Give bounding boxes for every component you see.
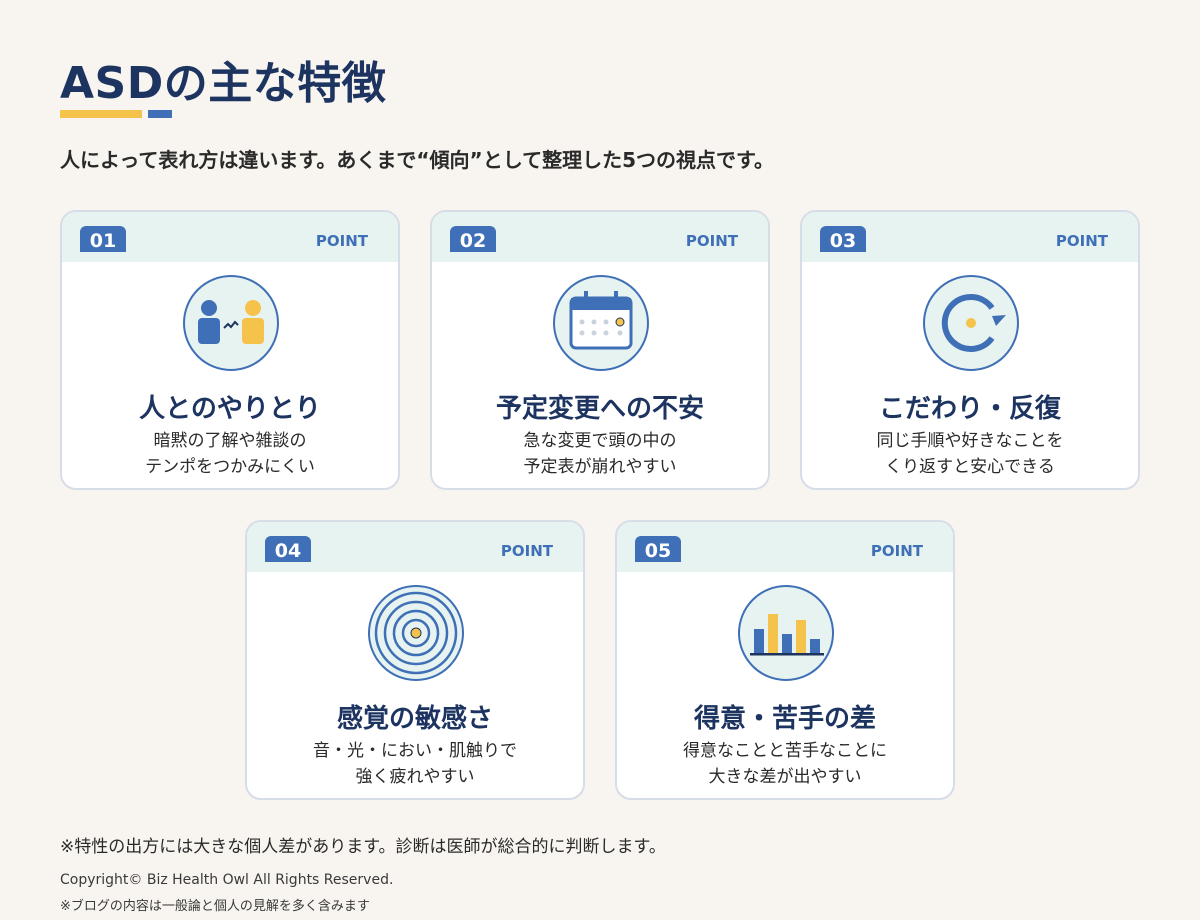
card-number: 04 [265, 536, 311, 562]
point-card-02: 02 POINT 予定変更への不安 急な変更で頭の中の 予定表が崩れやすい [430, 210, 770, 490]
card-description: 同じ手順や好きなことを くり返すと安心できる [802, 428, 1138, 480]
card-point-label: POINT [1055, 232, 1108, 250]
card-description-line: 同じ手順や好きなことを [876, 431, 1064, 451]
card-number: 05 [635, 536, 681, 562]
card-description-line: 得意なことと苦手なことに [683, 741, 887, 761]
people-communication-icon [183, 275, 279, 371]
card-description-line: テンポをつかみにくい [145, 457, 315, 477]
card-description-line: くり返すと安心できる [885, 457, 1055, 477]
card-description-line: 急な変更で頭の中の [523, 431, 677, 451]
card-description: 音・光・におい・肌触りで 強く疲れやすい [247, 738, 583, 790]
footnote: ※特性の出方には大きな個人差があります。診断は医師が総合的に判断します。 [60, 837, 666, 857]
card-description-line: 強く疲れやすい [355, 767, 475, 787]
card-title: 感覚の敏感さ [336, 704, 493, 734]
point-card-03: 03 POINT こだわり・反復 同じ手順や好きなことを くり返すと安心できる [800, 210, 1140, 490]
card-point-label: POINT [500, 542, 553, 560]
card-point-label: POINT [685, 232, 738, 250]
card-number: 03 [820, 226, 866, 252]
card-number: 01 [80, 226, 126, 252]
point-card-01: 01 POINT 人とのやりとり 暗黙の了解や雑談の テンポをつかみにくい [60, 210, 400, 490]
card-point-label: POINT [870, 542, 923, 560]
bar-chart-icon [738, 585, 834, 681]
page-title: ASDの主な特徴 [60, 58, 387, 109]
card-description-line: 予定表が崩れやすい [523, 457, 677, 477]
card-description: 得意なことと苦手なことに 大きな差が出やすい [617, 738, 953, 790]
card-title: 人とのやりとり [139, 394, 321, 424]
title-underline-blue [148, 110, 172, 118]
card-description-line: 大きな差が出やすい [708, 767, 862, 787]
card-description-line: 音・光・におい・肌触りで [313, 741, 517, 761]
card-description: 急な変更で頭の中の 予定表が崩れやすい [432, 428, 768, 480]
card-description: 暗黙の了解や雑談の テンポをつかみにくい [62, 428, 398, 480]
card-title: こだわり・反復 [878, 394, 1061, 424]
calendar-icon [553, 275, 649, 371]
repeat-cycle-icon [923, 275, 1019, 371]
card-description-line: 暗黙の了解や雑談の [153, 431, 307, 451]
page-subtitle: 人によって表れ方は違います。あくまで“傾向”として整理した5つの視点です。 [60, 148, 775, 172]
concentric-circles-icon [368, 585, 464, 681]
title-underline-yellow [60, 110, 142, 118]
card-title: 予定変更への不安 [495, 394, 704, 424]
card-title: 得意・苦手の差 [693, 704, 876, 734]
card-number: 02 [450, 226, 496, 252]
disclaimer: ※ブログの内容は一般論と個人の見解を多く含みます [60, 899, 370, 914]
point-card-05: 05 POINT 得意・苦手の差 得意なことと苦手なことに 大きな差が出やすい [615, 520, 955, 800]
point-card-04: 04 POINT 感覚の敏感さ 音・光・におい・肌触りで 強く疲れやすい [245, 520, 585, 800]
card-point-label: POINT [315, 232, 368, 250]
copyright: Copyright© Biz Health Owl All Rights Res… [60, 872, 394, 888]
